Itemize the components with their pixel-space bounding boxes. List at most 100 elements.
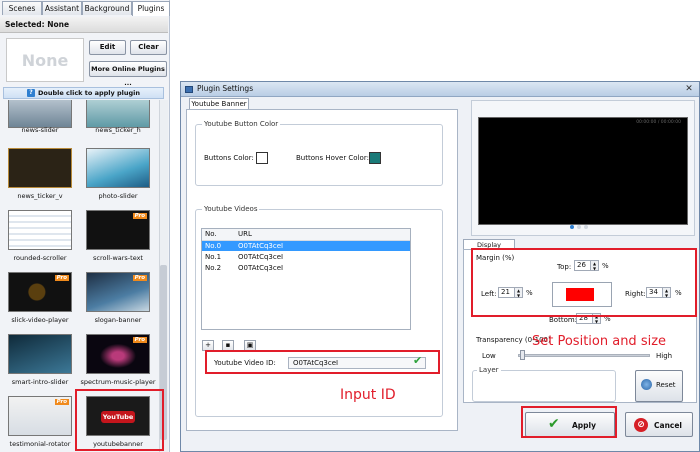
- row-url: O0TAtCq3ceI: [238, 263, 284, 272]
- buttons-color-label: Buttons Color:: [204, 154, 254, 162]
- hint-bar: ? Double click to apply plugin: [3, 87, 164, 99]
- plugin-label: slick-video-player: [11, 316, 69, 324]
- plugin-label: testimonial-rotator: [9, 440, 71, 448]
- plugin-scroll-wars-text[interactable]: Pro scroll-wars-text: [80, 208, 156, 270]
- input-id-annotation: Input ID: [340, 387, 396, 403]
- buttons-hover-color-label: Buttons Hover Color:: [296, 154, 369, 162]
- margin-highlight: [471, 248, 697, 317]
- row-url: O0TAtCq3ceI: [238, 252, 284, 261]
- pro-badge: Pro: [54, 399, 69, 405]
- testimonial-rotator-thumbnail: Pro: [8, 396, 72, 436]
- plugin-slick-video-player[interactable]: Pro slick-video-player: [2, 270, 78, 332]
- apply-highlight: [521, 406, 617, 438]
- scroll-wars-text-thumbnail: Pro: [86, 210, 150, 250]
- news-ticker-h-thumbnail: [86, 100, 150, 128]
- plugin-photo-slider[interactable]: photo-slider: [80, 146, 156, 208]
- column-header-no: No.: [205, 230, 217, 239]
- plugin-label: spectrum-music-player: [80, 378, 156, 386]
- spectrum-music-player-thumbnail: Pro: [86, 334, 150, 374]
- plugin-label: scroll-wars-text: [93, 254, 143, 262]
- row-no: No.1: [205, 252, 222, 261]
- plugin-label: news-slider: [21, 126, 59, 134]
- video-id-highlight: [205, 350, 440, 374]
- button-color-group: Youtube Button Color Buttons Color: Butt…: [195, 120, 443, 186]
- news-ticker-v-thumbnail: [8, 148, 72, 188]
- smart-intro-slider-thumbnail: [8, 334, 72, 374]
- plugin-news-ticker-h[interactable]: news_ticker_h: [80, 100, 156, 148]
- plugin-rounded-scroller[interactable]: rounded-scroller: [2, 208, 78, 270]
- row-no: No.2: [205, 263, 222, 272]
- banner-preview: 00:00:00 / 00:00:00: [478, 117, 688, 225]
- row-no: No.0: [205, 241, 222, 250]
- plugin-label: smart-intro-slider: [11, 378, 69, 386]
- tab-scenes[interactable]: Scenes: [2, 1, 42, 15]
- buttons-color-swatch[interactable]: [256, 152, 268, 164]
- hint-text: Double click to apply plugin: [37, 89, 141, 97]
- plugin-label: rounded-scroller: [13, 254, 67, 262]
- plugin-testimonial-rotator[interactable]: Pro testimonial-rotator: [2, 394, 78, 452]
- news-slider-thumbnail: [8, 100, 72, 128]
- table-row[interactable]: No.1 O0TAtCq3ceI: [202, 251, 410, 262]
- plugin-preview-placeholder: None: [6, 38, 84, 82]
- dialog-title: Plugin Settings: [181, 82, 699, 97]
- youtube-banner-form: Youtube Button Color Buttons Color: Butt…: [186, 109, 458, 431]
- photo-slider-thumbnail: [86, 148, 150, 188]
- cancel-button[interactable]: ⊘ Cancel: [625, 412, 693, 437]
- help-icon: ?: [26, 89, 35, 97]
- plugin-smart-intro-slider[interactable]: smart-intro-slider: [2, 332, 78, 394]
- reset-icon: [641, 379, 652, 390]
- group-title: Youtube Button Color: [202, 120, 281, 128]
- video-list: No. URL No.0 O0TAtCq3ceI No.1 O0TAtCq3ce…: [201, 228, 411, 330]
- tab-assistant[interactable]: Assistant: [42, 1, 82, 15]
- edit-button[interactable]: Edit: [89, 40, 126, 55]
- rounded-scroller-thumbnail: [8, 210, 72, 250]
- table-row[interactable]: No.0 O0TAtCq3ceI: [202, 240, 410, 251]
- set-position-annotation: Set Position and size: [532, 334, 667, 349]
- plugin-label: photo-slider: [98, 192, 138, 200]
- low-label: Low: [482, 352, 496, 360]
- buttons-hover-color-swatch[interactable]: [369, 152, 381, 164]
- table-row[interactable]: No.2 O0TAtCq3ceI: [202, 262, 410, 273]
- column-header-url: URL: [238, 230, 252, 239]
- group-title: Layer: [477, 366, 501, 374]
- selected-plugin-label: Selected: None: [0, 17, 168, 33]
- youtubebanner-highlight: [75, 389, 164, 451]
- plugin-label: slogan-banner: [94, 316, 142, 324]
- youtube-videos-group: Youtube Videos No. URL No.0 O0TAtCq3ceI …: [195, 205, 443, 417]
- tab-background[interactable]: Background: [82, 1, 132, 15]
- transparency-slider[interactable]: [518, 354, 650, 357]
- app-icon: [185, 86, 193, 93]
- pro-badge: Pro: [132, 275, 147, 281]
- group-title: Youtube Videos: [202, 205, 260, 213]
- slide-dot[interactable]: [577, 225, 581, 229]
- tab-plugins[interactable]: Plugins: [132, 1, 170, 16]
- pro-badge: Pro: [132, 337, 147, 343]
- reset-button[interactable]: Reset: [635, 370, 683, 402]
- plugin-news-ticker-v[interactable]: news_ticker_v: [2, 146, 78, 208]
- pro-badge: Pro: [132, 213, 147, 219]
- slick-video-player-thumbnail: Pro: [8, 272, 72, 312]
- plugin-label: news_ticker_h: [95, 126, 141, 134]
- video-table: No. URL No.0 O0TAtCq3ceI No.1 O0TAtCq3ce…: [202, 229, 410, 273]
- plugin-spectrum-music-player[interactable]: Pro spectrum-music-player: [80, 332, 156, 394]
- slide-dot[interactable]: [570, 225, 574, 229]
- transparency-slider-handle[interactable]: [520, 350, 525, 360]
- preview-time: 00:00:00 / 00:00:00: [636, 120, 681, 125]
- close-icon[interactable]: ✕: [683, 83, 695, 95]
- slogan-banner-thumbnail: Pro: [86, 272, 150, 312]
- layer-group: Layer: [472, 366, 616, 402]
- plugin-news-slider[interactable]: news-slider: [2, 100, 78, 148]
- cancel-label: Cancel: [654, 421, 683, 430]
- slide-dot[interactable]: [584, 225, 588, 229]
- reset-label: Reset: [656, 381, 676, 389]
- cancel-icon: ⊘: [634, 418, 648, 432]
- plugins-panel: Scenes Assistant Background Plugins Sele…: [0, 0, 170, 452]
- more-online-plugins-button[interactable]: More Online Plugins ...: [89, 61, 167, 87]
- pro-badge: Pro: [54, 275, 69, 281]
- bottom-label: Bottom:: [549, 316, 578, 324]
- clear-button[interactable]: Clear: [130, 40, 167, 55]
- plugin-slogan-banner[interactable]: Pro slogan-banner: [80, 270, 156, 332]
- row-url: O0TAtCq3ceI: [238, 241, 284, 250]
- high-label: High: [656, 352, 673, 360]
- plugin-label: news_ticker_v: [17, 192, 63, 200]
